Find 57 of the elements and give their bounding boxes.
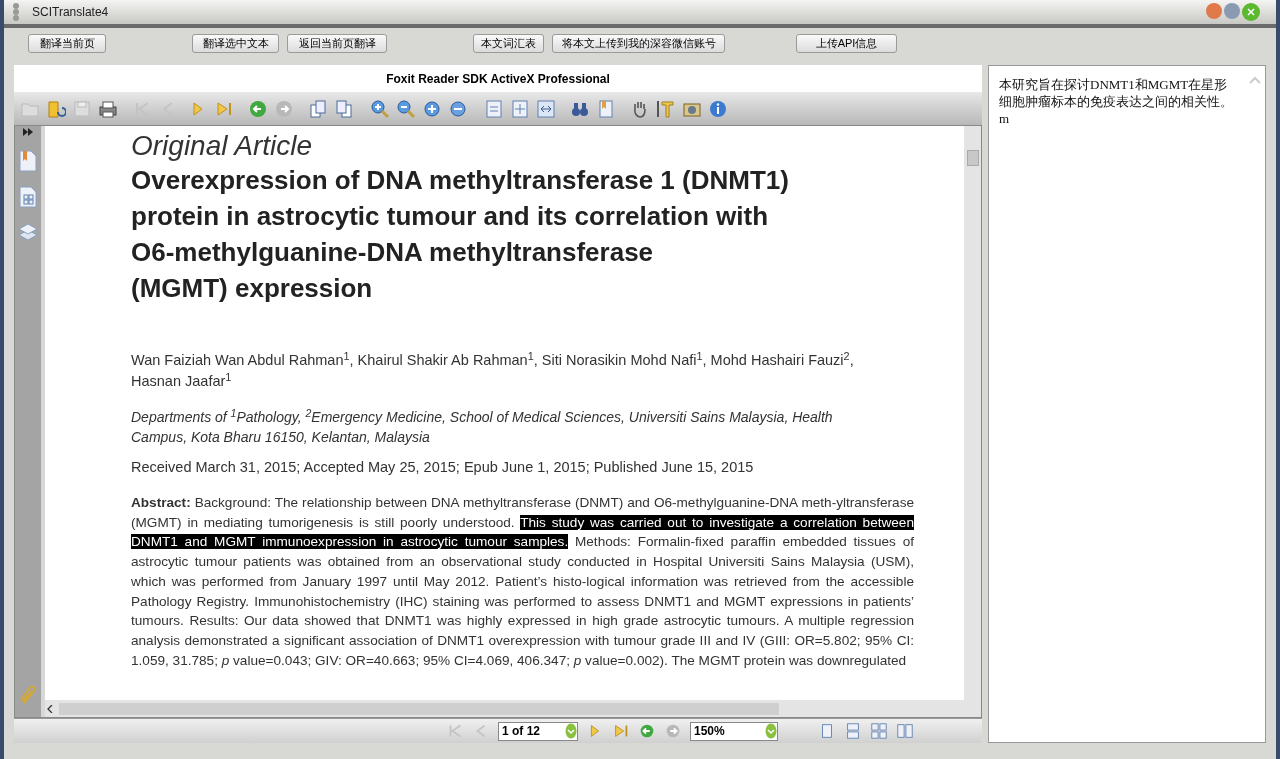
viewer-title: Foxit Reader SDK ActiveX Professional (14, 65, 982, 92)
maximize-button[interactable] (1224, 3, 1240, 19)
toolbar-button[interactable]: 上传API信息 (796, 34, 897, 53)
forward-icon[interactable] (664, 722, 682, 740)
zoom-in-icon[interactable] (370, 98, 390, 119)
toolbar-button[interactable]: 返回当前页翻译 (287, 34, 387, 53)
actual-size-icon[interactable] (484, 98, 504, 119)
back-icon[interactable] (638, 722, 656, 740)
plus-icon[interactable] (422, 98, 442, 119)
minimize-button[interactable] (1206, 3, 1222, 19)
paperclip-icon[interactable] (19, 683, 37, 705)
last-page-icon[interactable] (612, 722, 630, 740)
toolbar-button[interactable]: 翻译选中文本 (192, 34, 279, 53)
two-page-icon[interactable] (896, 722, 914, 740)
scroll-up-icon[interactable] (1249, 76, 1261, 84)
forward-icon[interactable] (274, 98, 294, 119)
continuous-page-icon[interactable] (844, 722, 862, 740)
abstract-paragraph: Abstract: Background: The relationship between DNA methyltransferase (DNMT) and O6-methylguanine-DNA meth-yltransferase (MGMT) in mediating tumorigenesis is still poorly understood. This study was carried out to investigate a correlation between DNMT1 and MGMT immunoexpression in astrocytic tumour samples. Methods: Formalin-fixed paraffin embedded tissues of astrocytic tumour patients was obtained from an observational study conducted in Hospital Universiti Sains Malaysia (USM), which was performed from January 1997 until May 2012. Patient’s histo-logical information was retrieved from the accessible Pathology Registry. Immunohistochemistry (IHC) staining was performed to assess DNMT1 and MGMT expressions in patients’ tumours. Results: Our data showed that DNMT1 was highly expressed in high grade astrocytic tumours. A multiple regression analysis demonstrated a significant association of DNMT1 overexpression with tumour grade III and IV (GIII: OR=5.802; 95% CI: 1.059, 31.785; p value=0.043; GIV: OR=40.663; 95% CI=4.069, 406.347; p value=0.002). The MGMT protein was downregulated (131, 494, 914, 670)
layers-icon[interactable] (18, 222, 38, 242)
text-select-icon[interactable] (656, 98, 676, 119)
back-icon[interactable] (248, 98, 268, 119)
rotate-left-icon[interactable] (334, 98, 354, 119)
page-field[interactable]: 1 of 12 (498, 721, 578, 741)
article-type: Original Article (131, 130, 313, 162)
author-list: Wan Faiziah Wan Abdul Rahman$^{1}$, Khairul Shakir Ab Rahman$^{1}$, Siti Norasikin Mohd Nafi$^{1}$, Mohd Hashairi Fauzi$^{2}$, Hasnan Jaafar$^{1}$ (131, 350, 876, 392)
toolbar-button[interactable]: 翻译当前页 (28, 34, 106, 53)
dates-text: Received March 31, 2015; Accepted May 25, 2015; Epub June 1, 2015; Published June 15, 2015 (131, 458, 755, 477)
scroll-thumb[interactable] (966, 150, 979, 166)
zoom-out-icon[interactable] (396, 98, 416, 119)
toolbar-button[interactable]: 将本文上传到我的深容微信账号 (552, 34, 725, 53)
print-icon[interactable] (98, 98, 118, 119)
close-icon (1247, 8, 1255, 16)
article-title: Overexpression of DNA methyltransferase 1 (DNMT1) protein in astrocytic tumour and its correlation with O6-methylguanine-DNA methyltransferase (MGMT) expression (131, 164, 790, 305)
dropdown-icon[interactable] (565, 723, 577, 739)
expand-icon[interactable] (23, 128, 33, 136)
affiliation-text: Departments of $^{1}$Pathology, $^{2}$Emergency Medicine, School of Medical Sciences, Universiti Sains Malaysia, Health Campus, Kota Bharu 16150, Kelantan, Malaysia (131, 407, 834, 447)
minus-icon[interactable] (448, 98, 468, 119)
info-icon[interactable] (708, 98, 728, 119)
scroll-left-icon[interactable] (47, 704, 53, 713)
save-icon[interactable] (72, 98, 92, 119)
rotate-right-icon[interactable] (308, 98, 328, 119)
bookmark-page-icon[interactable] (596, 98, 616, 119)
translation-text: 本研究旨在探讨DNMT1和MGMT在星形细胞肿瘤标本的免疫表达之间的相关性。 m (999, 76, 1234, 128)
bookmark-icon[interactable] (19, 150, 37, 172)
thumbnails-icon[interactable] (19, 186, 37, 208)
fit-width-icon[interactable] (536, 98, 556, 119)
close-button[interactable] (1242, 3, 1260, 21)
window-title: SCITranslate4 (32, 4, 110, 21)
horizontal-scrollbar[interactable] (45, 700, 981, 717)
grip-icon (12, 2, 20, 22)
dropdown-icon[interactable] (765, 723, 777, 739)
toolbar-button[interactable]: 本文词汇表 (473, 34, 544, 53)
vertical-scrollbar[interactable] (964, 126, 981, 700)
fit-page-icon[interactable] (510, 98, 530, 119)
folder-icon[interactable] (46, 98, 66, 119)
zoom-field[interactable]: 150% (690, 721, 778, 741)
facing-pages-icon[interactable] (870, 722, 888, 740)
